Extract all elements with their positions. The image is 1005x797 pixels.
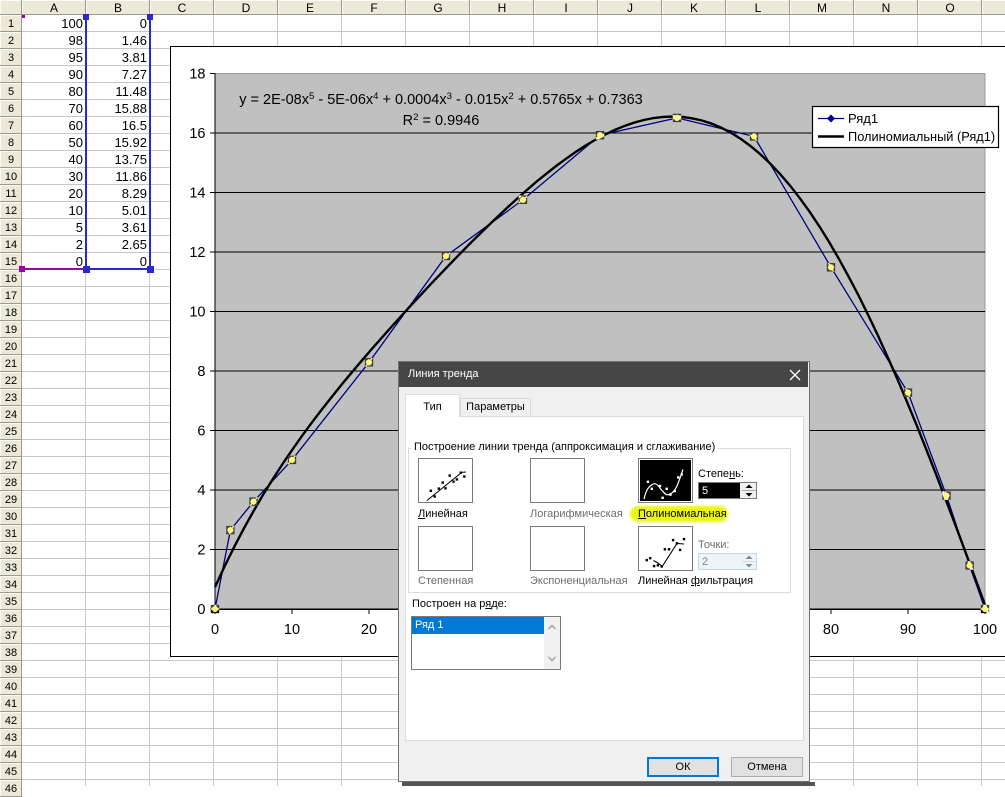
svg-text:6: 6 [197, 423, 205, 439]
svg-text:4: 4 [197, 483, 205, 499]
svg-text:y = 2E-08x5 - 5E-06x4 + 0.0004: y = 2E-08x5 - 5E-06x4 + 0.0004x3 - 0.015… [239, 91, 642, 108]
svg-text:100: 100 [973, 622, 997, 638]
svg-text:18: 18 [189, 66, 205, 82]
svg-text:Ряд1: Ряд1 [848, 111, 878, 126]
svg-text:16: 16 [189, 126, 205, 142]
svg-text:2: 2 [197, 543, 205, 559]
svg-text:20: 20 [361, 622, 377, 638]
svg-text:10: 10 [189, 304, 205, 320]
svg-text:80: 80 [823, 622, 839, 638]
svg-text:90: 90 [900, 622, 916, 638]
svg-text:14: 14 [189, 185, 205, 201]
svg-text:10: 10 [284, 622, 300, 638]
svg-text:12: 12 [189, 245, 205, 261]
svg-text:8: 8 [197, 364, 205, 380]
svg-text:0: 0 [211, 622, 219, 638]
svg-text:Полиномиальный (Ряд1): Полиномиальный (Ряд1) [848, 129, 995, 144]
svg-text:0: 0 [197, 602, 205, 618]
